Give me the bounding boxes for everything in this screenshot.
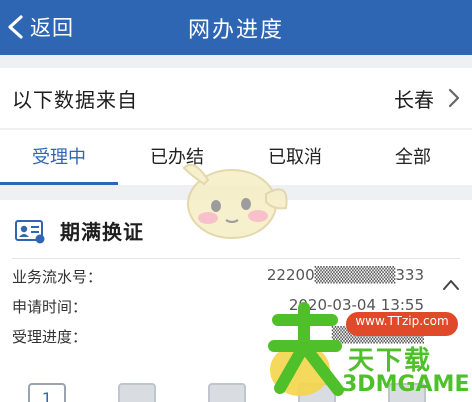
data-source-label: 以下数据来自 (12, 87, 138, 112)
tab-completed[interactable]: 已办结 (118, 130, 236, 185)
card-divider (12, 258, 460, 259)
card-title: 期满换证 (60, 220, 144, 244)
progress-steps: 1 (28, 383, 426, 402)
step-1: 1 (28, 383, 66, 402)
id-card-icon (15, 219, 45, 243)
step-5 (388, 383, 426, 402)
step-2 (118, 383, 156, 402)
application-card[interactable]: 期满换证 业务流水号： 22200▒▒▒▒▒▒▒333 申请时间： 2020-0… (0, 200, 472, 402)
chevron-up-icon[interactable] (442, 278, 460, 292)
data-source-row[interactable]: 以下数据来自 长春 (0, 68, 472, 128)
tab-all[interactable]: 全部 (354, 130, 472, 185)
progress-label: 受理进度： (12, 328, 88, 346)
serial-number-row: 业务流水号： 22200▒▒▒▒▒▒▒333 (12, 266, 424, 287)
progress-value: ▒▒▒▒▒▒▒▒ (331, 326, 424, 344)
chevron-right-icon (448, 88, 460, 108)
step-3 (208, 383, 246, 402)
app-root: 返回 网办进度 以下数据来自 长春 受理中 已办结 已取消 全部 期满换证 业务… (0, 0, 472, 402)
apply-time-row: 申请时间： 2020-03-04 13:55 (12, 296, 424, 317)
top-nav-bar: 返回 网办进度 (0, 0, 472, 55)
step-4 (298, 383, 336, 402)
card-header: 期满换证 (14, 216, 144, 245)
serial-number-value: 22200▒▒▒▒▒▒▒333 (266, 266, 424, 284)
city-value: 长春 (394, 87, 434, 112)
progress-row: 受理进度： ▒▒▒▒▒▒▒▒ (12, 326, 424, 347)
tab-cancelled[interactable]: 已取消 (236, 130, 354, 185)
apply-time-label: 申请时间： (12, 298, 88, 316)
serial-number-label: 业务流水号： (12, 268, 103, 286)
status-tabs: 受理中 已办结 已取消 全部 (0, 130, 472, 185)
apply-time-value: 2020-03-04 13:55 (288, 296, 424, 314)
page-title: 网办进度 (187, 18, 284, 43)
tab-in-progress[interactable]: 受理中 (0, 130, 118, 185)
data-source-selector[interactable]: 长春 (394, 84, 460, 113)
